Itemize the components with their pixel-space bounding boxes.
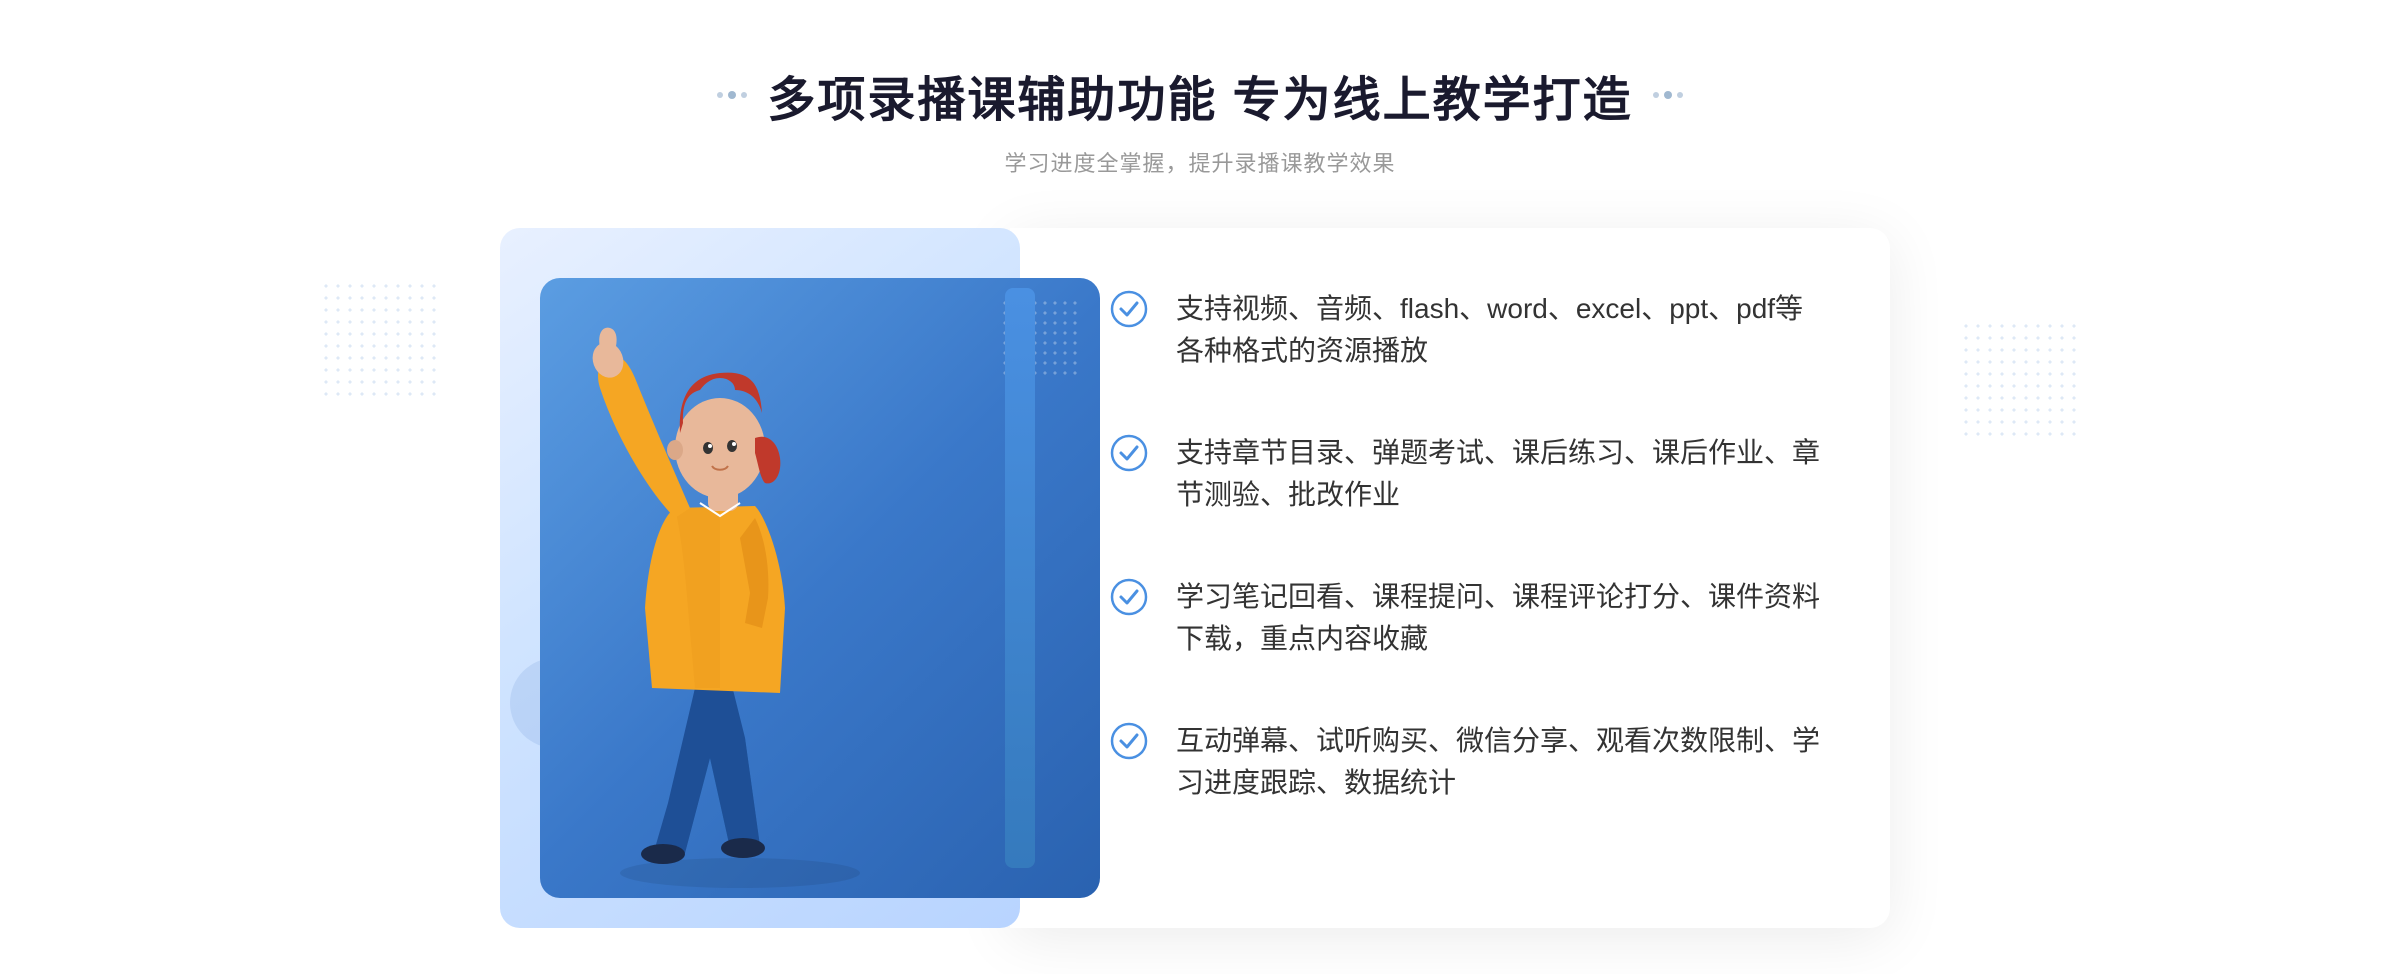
dot-3: [741, 92, 747, 98]
feature-text-1: 支持视频、音频、flash、word、excel、ppt、pdf等各种格式的资源…: [1176, 288, 1820, 372]
header-section: 多项录播课辅助功能 专为线上教学打造 学习进度全掌握，提升录播课教学效果: [717, 60, 1682, 178]
dot-5: [1664, 91, 1672, 99]
dot-2: [728, 91, 736, 99]
feature-item-2: 支持章节目录、弹题考试、课后练习、课后作业、章节测验、批改作业: [1110, 432, 1820, 516]
main-content: » 支持视频、音频、flash、word、excel、ppt、pdf等各种格式的…: [500, 228, 1900, 928]
feature-item-4: 互动弹幕、试听购买、微信分享、观看次数限制、学习进度跟踪、数据统计: [1110, 720, 1820, 804]
feature-text-4: 互动弹幕、试听购买、微信分享、观看次数限制、学习进度跟踪、数据统计: [1176, 720, 1820, 804]
dot-6: [1677, 92, 1683, 98]
feature-item-1: 支持视频、音频、flash、word、excel、ppt、pdf等各种格式的资源…: [1110, 288, 1820, 372]
page-subtitle: 学习进度全掌握，提升录播课教学效果: [717, 146, 1682, 178]
title-dots-left: [717, 91, 747, 99]
check-icon-2: [1110, 434, 1148, 472]
page-wrapper: 多项录播课辅助功能 专为线上教学打造 学习进度全掌握，提升录播课教学效果: [0, 0, 2400, 974]
feature-text-3: 学习笔记回看、课程提问、课程评论打分、课件资料下载，重点内容收藏: [1176, 576, 1820, 660]
dot-4: [1653, 92, 1659, 98]
feature-text-2: 支持章节目录、弹题考试、课后练习、课后作业、章节测验、批改作业: [1176, 432, 1820, 516]
page-title: 多项录播课辅助功能 专为线上教学打造: [767, 60, 1632, 130]
person-illustration: [500, 208, 1020, 908]
features-card: 支持视频、音频、flash、word、excel、ppt、pdf等各种格式的资源…: [1010, 228, 1890, 928]
dot-1: [717, 92, 723, 98]
feature-item-3: 学习笔记回看、课程提问、课程评论打分、课件资料下载，重点内容收藏: [1110, 576, 1820, 660]
check-icon-3: [1110, 578, 1148, 616]
dot-pattern-left: [320, 280, 440, 400]
header-title-row: 多项录播课辅助功能 专为线上教学打造: [717, 60, 1682, 130]
check-icon-1: [1110, 290, 1148, 328]
check-icon-4: [1110, 722, 1148, 760]
dot-pattern-right: [1960, 320, 2080, 440]
illustration-card: [500, 228, 1020, 928]
title-dots-right: [1653, 91, 1683, 99]
